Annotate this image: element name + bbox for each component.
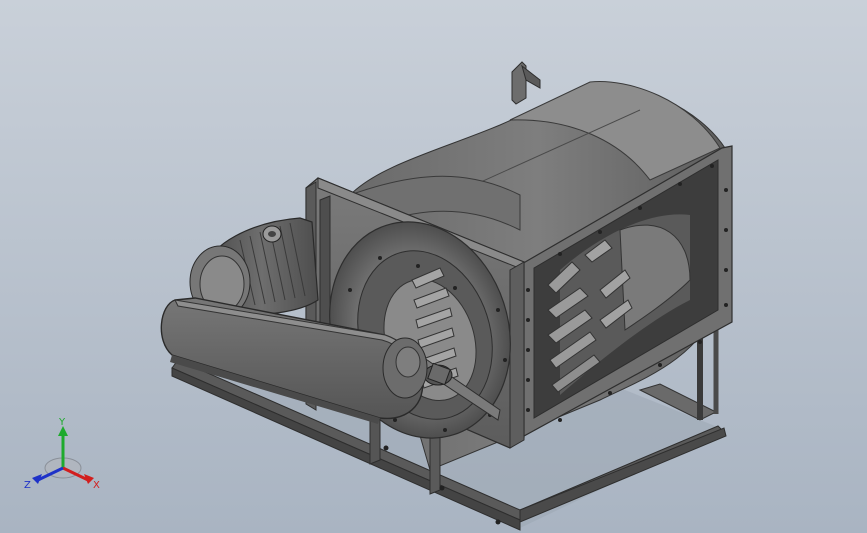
- x-axis-label: X: [93, 480, 100, 491]
- graphics-viewport[interactable]: Y X Z: [0, 0, 867, 533]
- view-orientation-triad[interactable]: Y X Z: [22, 418, 104, 494]
- z-axis-label: Z: [24, 480, 31, 491]
- centrifugal-fan-model[interactable]: [0, 0, 867, 533]
- y-axis-label: Y: [58, 418, 66, 428]
